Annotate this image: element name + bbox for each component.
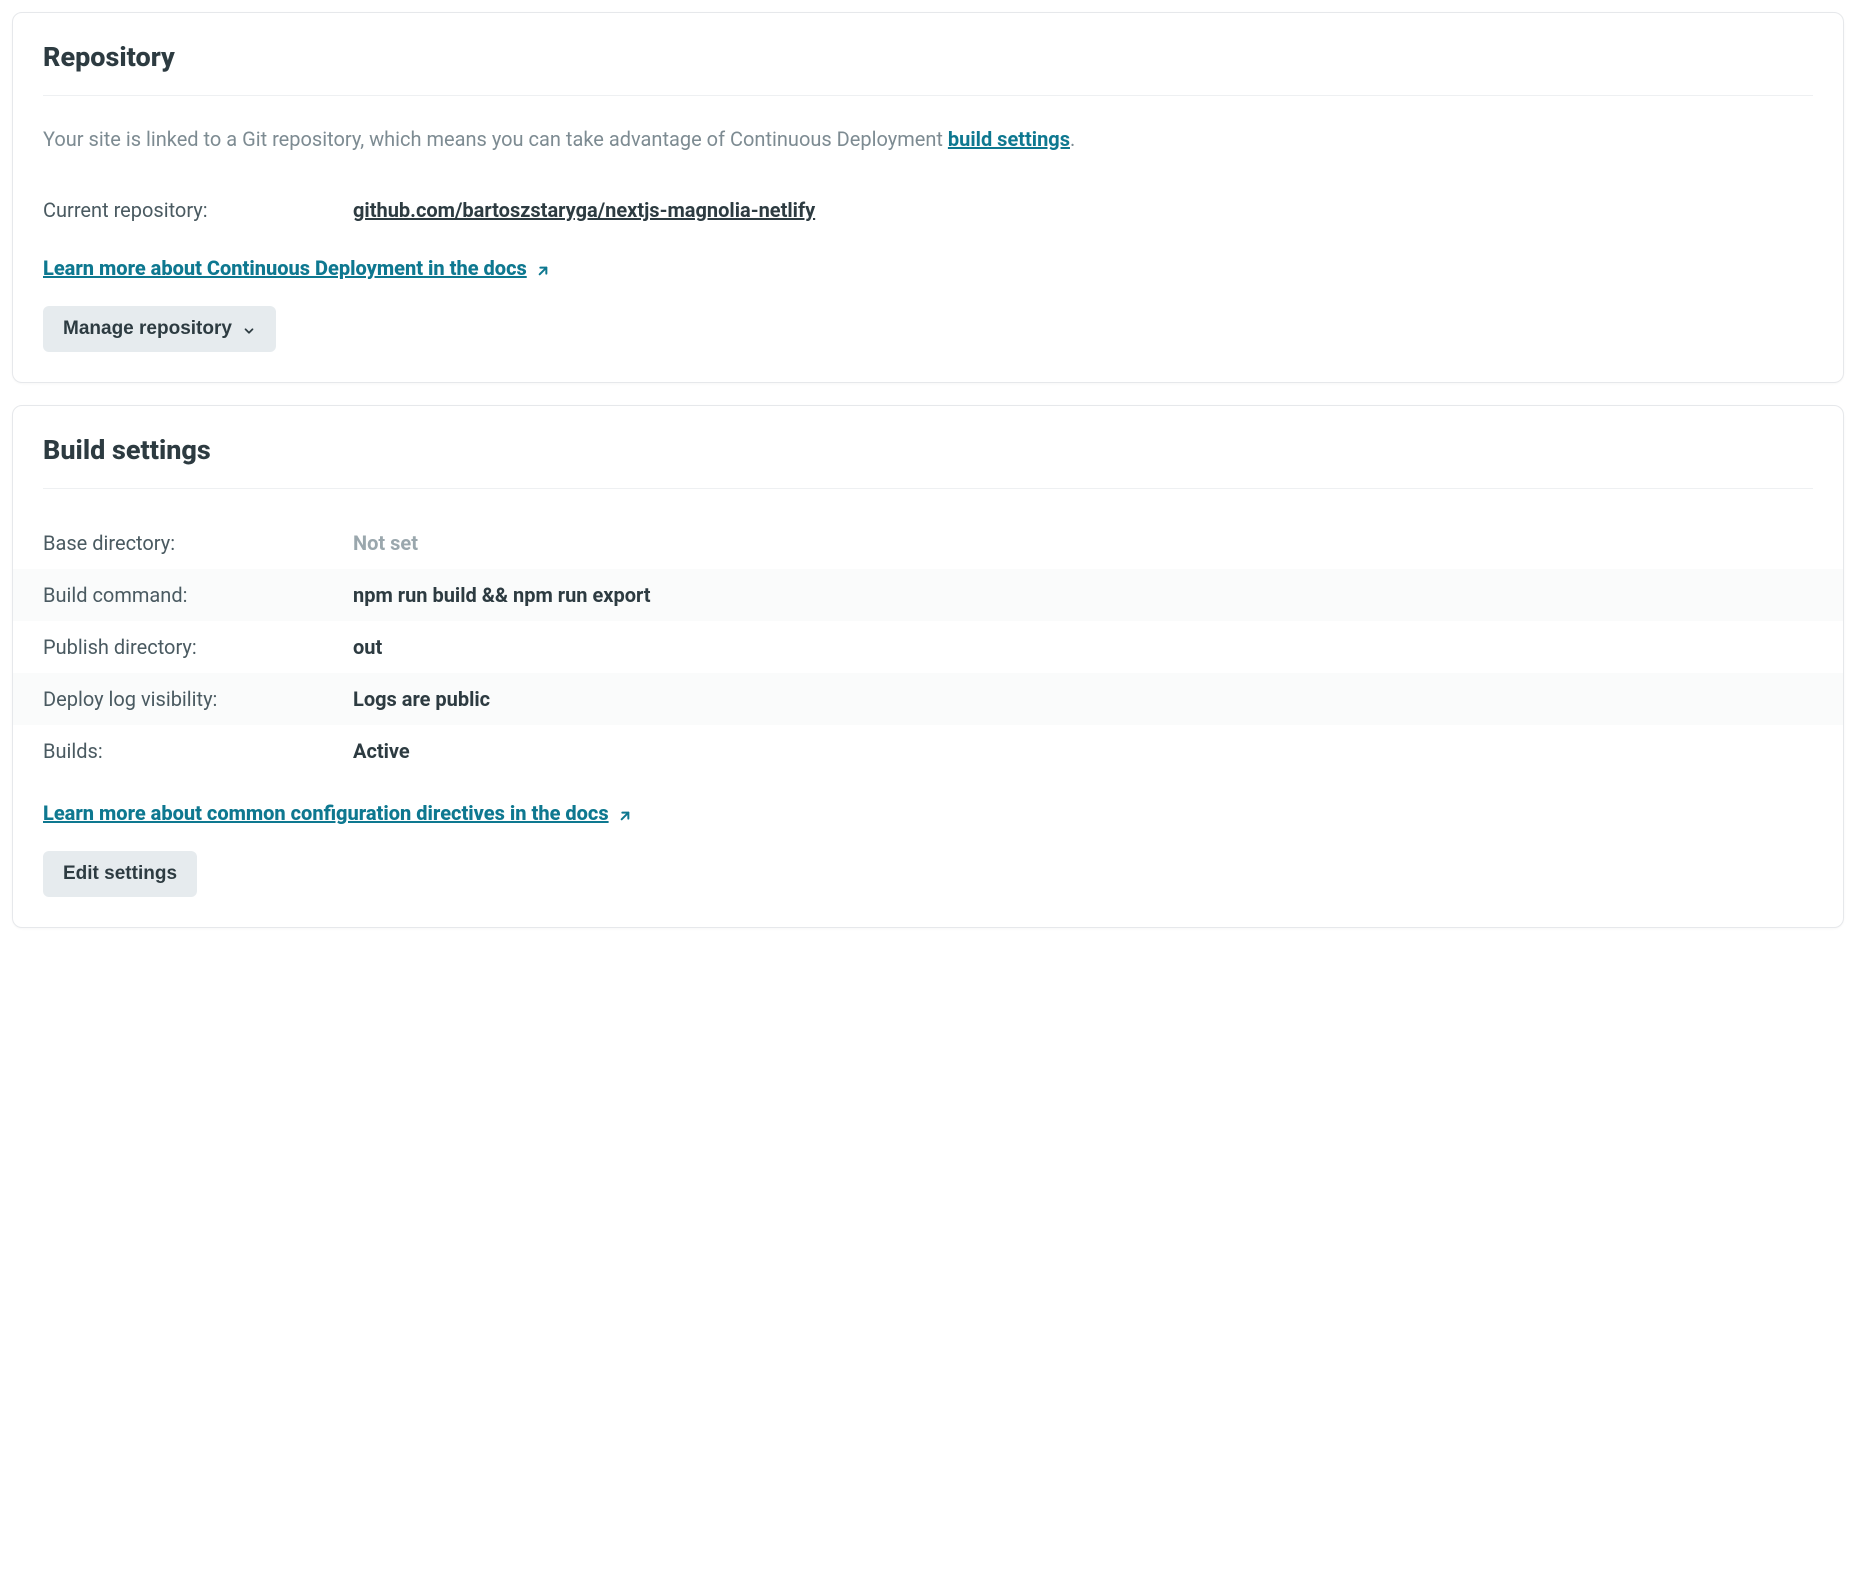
- build-settings-title: Build settings: [43, 434, 1813, 489]
- current-repository-row: Current repository: github.com/bartoszst…: [43, 184, 1813, 236]
- table-row: Base directory: Not set: [13, 517, 1843, 569]
- build-settings-card: Build settings Base directory: Not set B…: [12, 405, 1844, 928]
- manage-repository-button[interactable]: Manage repository: [43, 306, 276, 352]
- learn-more-configuration-link[interactable]: Learn more about common configuration di…: [43, 801, 633, 825]
- base-directory-label: Base directory:: [43, 531, 353, 555]
- external-link-icon: [535, 260, 551, 276]
- builds-label: Builds:: [43, 739, 353, 763]
- repository-title: Repository: [43, 41, 1813, 96]
- table-row: Deploy log visibility: Logs are public: [13, 673, 1843, 725]
- build-command-label: Build command:: [43, 583, 353, 607]
- publish-directory-label: Publish directory:: [43, 635, 353, 659]
- repository-description-post: .: [1070, 127, 1075, 151]
- builds-value: Active: [353, 739, 410, 763]
- repository-description: Your site is linked to a Git repository,…: [43, 124, 1813, 154]
- learn-more-wrap: Learn more about Continuous Deployment i…: [43, 256, 1813, 280]
- edit-settings-label: Edit settings: [63, 863, 177, 885]
- table-row: Publish directory: out: [13, 621, 1843, 673]
- learn-more-text: Learn more about common configuration di…: [43, 801, 609, 825]
- manage-repository-label: Manage repository: [63, 318, 232, 340]
- build-settings-table: Base directory: Not set Build command: n…: [13, 517, 1843, 777]
- repository-card: Repository Your site is linked to a Git …: [12, 12, 1844, 383]
- chevron-down-icon: [242, 322, 256, 336]
- edit-settings-button[interactable]: Edit settings: [43, 851, 197, 897]
- table-row: Build command: npm run build && npm run …: [13, 569, 1843, 621]
- repository-description-pre: Your site is linked to a Git repository,…: [43, 127, 948, 151]
- publish-directory-value: out: [353, 635, 382, 659]
- learn-more-text: Learn more about Continuous Deployment i…: [43, 256, 527, 280]
- learn-more-wrap: Learn more about common configuration di…: [43, 801, 1813, 825]
- external-link-icon: [617, 805, 633, 821]
- current-repository-label: Current repository:: [43, 198, 353, 222]
- base-directory-value: Not set: [353, 531, 418, 555]
- table-row: Builds: Active: [13, 725, 1843, 777]
- deploy-log-visibility-value: Logs are public: [353, 687, 490, 711]
- deploy-log-visibility-label: Deploy log visibility:: [43, 687, 353, 711]
- build-command-value: npm run build && npm run export: [353, 583, 651, 607]
- current-repository-link[interactable]: github.com/bartoszstaryga/nextjs-magnoli…: [353, 198, 815, 222]
- build-settings-link[interactable]: build settings: [948, 127, 1070, 151]
- learn-more-continuous-deployment-link[interactable]: Learn more about Continuous Deployment i…: [43, 256, 551, 280]
